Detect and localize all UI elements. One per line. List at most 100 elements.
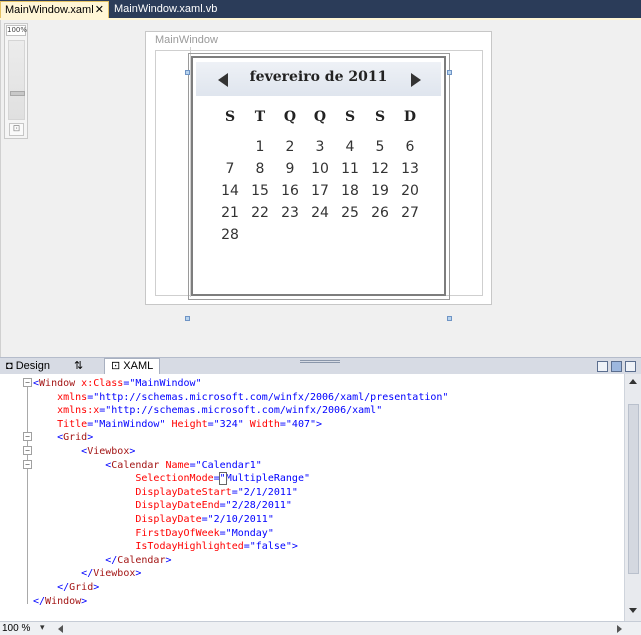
calendar-day[interactable]: 22 xyxy=(245,205,275,221)
tab-mainwindow-xaml[interactable]: MainWindow.xaml ✕ xyxy=(0,1,109,19)
code-line[interactable]: DisplayDate="2/10/2011" xyxy=(33,513,273,527)
calendar-day[interactable]: 25 xyxy=(335,205,365,221)
calendar-day[interactable]: 17 xyxy=(305,183,335,199)
resize-handle[interactable] xyxy=(185,316,190,321)
code-line[interactable]: </Grid> xyxy=(33,581,99,595)
calendar-day[interactable]: 3 xyxy=(305,139,335,155)
calendar-day[interactable]: 28 xyxy=(215,227,245,243)
editor-margin xyxy=(0,374,20,621)
code-line[interactable]: <Grid> xyxy=(33,431,93,445)
code-line[interactable]: xmlns="http://schemas.microsoft.com/winf… xyxy=(33,391,448,405)
code-line[interactable]: <Window x:Class="MainWindow" xyxy=(33,377,202,391)
code-token: </ xyxy=(105,554,118,566)
calendar-day[interactable]: 6 xyxy=(395,139,425,155)
code-line[interactable]: DisplayDateStart="2/1/2011" xyxy=(33,486,298,500)
close-icon[interactable]: ✕ xyxy=(95,2,104,18)
calendar-header: fevereiro de 2011 xyxy=(196,62,441,96)
xaml-editor[interactable]: <Window x:Class="MainWindow" xmlns="http… xyxy=(0,374,641,621)
code-line[interactable]: IsTodayHighlighted="false"> xyxy=(33,540,298,554)
calendar-day[interactable]: 1 xyxy=(245,139,275,155)
calendar[interactable]: fevereiro de 2011 S T Q Q S S D 1 2 3 4 5 6 7 8 9 10 11 12… xyxy=(191,56,446,296)
scroll-up-icon[interactable] xyxy=(629,379,637,384)
zoom-dropdown-icon[interactable]: ▾ xyxy=(40,622,45,635)
tab-xaml[interactable]: ⊡ XAML xyxy=(104,358,161,375)
code-token: SelectionMode xyxy=(135,473,214,485)
collapse-region-icon[interactable]: − xyxy=(23,432,32,441)
calendar-day[interactable]: 16 xyxy=(275,183,305,199)
calendar-day[interactable]: 24 xyxy=(305,205,335,221)
code-line[interactable]: </Window> xyxy=(33,595,87,609)
code-token: ="2/1/2011" xyxy=(231,486,298,498)
resize-handle[interactable] xyxy=(447,70,452,75)
weekday-header: T xyxy=(254,109,266,125)
calendar-month-title[interactable]: fevereiro de 2011 xyxy=(236,69,401,85)
code-line[interactable]: <Calendar Name="Calendar1" xyxy=(33,459,262,473)
scroll-right-icon[interactable] xyxy=(617,625,622,633)
calendar-day[interactable]: 26 xyxy=(365,205,395,221)
calendar-day[interactable]: 21 xyxy=(215,205,245,221)
calendar-day[interactable]: 14 xyxy=(215,183,245,199)
code-line[interactable]: FirstDayOfWeek="Monday" xyxy=(33,527,273,541)
collapse-pane-icon[interactable] xyxy=(625,361,636,372)
calendar-day[interactable]: 5 xyxy=(365,139,395,155)
calendar-day[interactable]: 19 xyxy=(365,183,395,199)
calendar-day[interactable]: 18 xyxy=(335,183,365,199)
code-token: xmlns xyxy=(57,391,88,403)
zoom-thumb[interactable] xyxy=(10,91,25,96)
collapse-region-icon[interactable]: − xyxy=(23,378,32,387)
tab-design[interactable]: ◘ Design xyxy=(2,359,54,374)
calendar-day[interactable]: 4 xyxy=(335,139,365,155)
code-line[interactable]: <Viewbox> xyxy=(33,445,135,459)
previous-month-icon[interactable] xyxy=(218,73,228,87)
calendar-day[interactable]: 13 xyxy=(395,161,425,177)
collapse-region-icon[interactable]: − xyxy=(23,460,32,469)
fit-to-window-icon[interactable]: ⊡ xyxy=(9,123,24,136)
resize-handle[interactable] xyxy=(447,316,452,321)
code-line[interactable]: Title="MainWindow" Height="324" Width="4… xyxy=(33,418,322,432)
calendar-day[interactable]: 9 xyxy=(275,161,305,177)
zoom-slider[interactable]: 100% ⊡ xyxy=(4,23,28,139)
calendar-day[interactable]: 7 xyxy=(215,161,245,177)
editor-zoom-level[interactable]: 100 % xyxy=(2,622,30,635)
tab-mainwindow-xaml-vb[interactable]: MainWindow.xaml.vb xyxy=(110,1,220,19)
calendar-day[interactable]: 8 xyxy=(245,161,275,177)
weekday-header: D xyxy=(403,109,417,125)
zoom-track[interactable] xyxy=(8,40,25,120)
code-line[interactable]: </Viewbox> xyxy=(33,567,141,581)
code-token: Window xyxy=(45,595,82,607)
xaml-view-icon: ⊡ xyxy=(111,360,121,372)
next-month-icon[interactable] xyxy=(411,73,421,87)
code-token: </ xyxy=(81,568,94,580)
scroll-down-icon[interactable] xyxy=(629,608,637,613)
code-token: ="MainWindow" xyxy=(87,418,166,430)
calendar-day[interactable]: 2 xyxy=(275,139,305,155)
scroll-left-icon[interactable] xyxy=(58,625,63,633)
calendar-day[interactable]: 11 xyxy=(335,161,365,177)
vertical-split-icon[interactable] xyxy=(597,361,608,372)
grid-rail[interactable] xyxy=(153,47,191,297)
scroll-thumb[interactable] xyxy=(628,404,639,574)
calendar-day[interactable]: 10 xyxy=(305,161,335,177)
calendar-day[interactable]: 15 xyxy=(245,183,275,199)
weekday-header: S xyxy=(344,109,356,125)
zoom-percent-label: 100% xyxy=(6,25,28,36)
outline-guide xyxy=(27,384,28,604)
collapse-region-icon[interactable]: − xyxy=(23,446,32,455)
code-line[interactable]: SelectionMode="MultipleRange" xyxy=(33,472,310,486)
code-token: FirstDayOfWeek xyxy=(135,527,220,539)
code-token: ="324" xyxy=(207,418,244,430)
horizontal-split-icon[interactable] xyxy=(611,361,622,372)
calendar-day[interactable]: 27 xyxy=(395,205,425,221)
calendar-day[interactable]: 20 xyxy=(395,183,425,199)
code-line[interactable]: DisplayDateEnd="2/28/2011" xyxy=(33,499,292,513)
calendar-day[interactable]: 12 xyxy=(365,161,395,177)
code-line[interactable]: </Calendar> xyxy=(33,554,171,568)
calendar-day[interactable]: 23 xyxy=(275,205,305,221)
splitter-grip[interactable] xyxy=(300,360,340,363)
vertical-scrollbar[interactable] xyxy=(624,374,641,621)
resize-handle[interactable] xyxy=(185,70,190,75)
swap-panes-icon[interactable]: ⇅ xyxy=(74,359,83,373)
code-line[interactable]: xmlns:x="http://schemas.microsoft.com/wi… xyxy=(33,404,382,418)
